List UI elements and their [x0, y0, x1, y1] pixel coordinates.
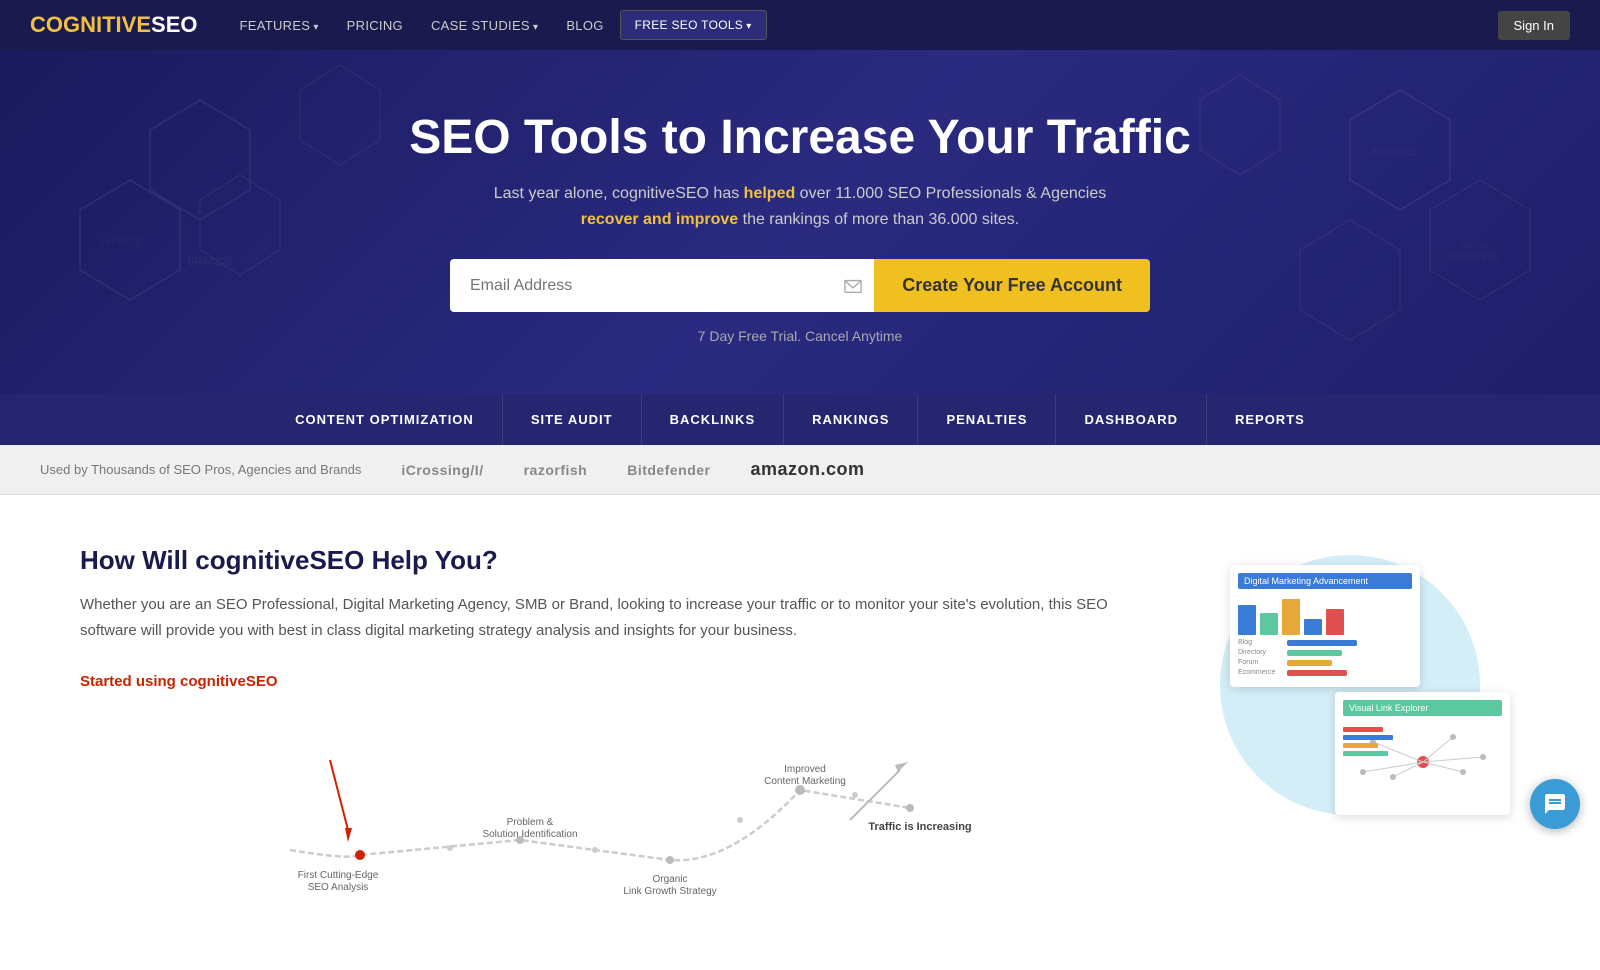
- features-bar: CONTENT OPTIMIZATION SITE AUDIT BACKLINK…: [0, 394, 1600, 445]
- sign-in-button[interactable]: Sign In: [1498, 11, 1570, 40]
- dash-row-3: Forum: [1238, 659, 1412, 666]
- dashboard-main-card: Digital Marketing Advancement Blog Direc…: [1230, 565, 1420, 687]
- bar-5: [1326, 609, 1344, 635]
- hero-title: SEO Tools to Increase Your Traffic: [20, 110, 1580, 165]
- svg-text:Solution Identification: Solution Identification: [482, 829, 577, 840]
- svg-text:First Cutting-Edge: First Cutting-Edge: [298, 870, 379, 881]
- svg-text:BRANDS: BRANDS: [187, 256, 233, 268]
- right-content: Digital Marketing Advancement Blog Direc…: [1200, 545, 1520, 845]
- nav-case-studies[interactable]: CASE STUDIES: [419, 10, 550, 41]
- svg-text:Problem &: Problem &: [507, 817, 554, 828]
- brand-seo: SEO: [151, 12, 197, 37]
- brand-cognitive: COGNITIVE: [30, 12, 151, 37]
- nav-pricing[interactable]: PRICING: [335, 10, 415, 41]
- chat-icon: [1543, 792, 1567, 816]
- section-body: Whether you are an SEO Professional, Dig…: [80, 592, 1140, 643]
- feature-reports[interactable]: REPORTS: [1207, 394, 1333, 445]
- dash-row-4: Ecommerce: [1238, 669, 1412, 676]
- email-icon: [832, 259, 874, 312]
- hero-subtitle2: recover and improve the rankings of more…: [20, 211, 1580, 229]
- hero-sub-middle: over 11.000 SEO Professionals & Agencies: [795, 185, 1106, 202]
- nav-features[interactable]: FEATURES: [227, 10, 330, 41]
- bar-1: [1238, 605, 1256, 635]
- hero-cta-group: Create Your Free Account: [450, 259, 1150, 312]
- svg-text:Improved: Improved: [784, 764, 826, 775]
- hero-subtitle: Last year alone, cognitiveSEO has helped…: [20, 185, 1580, 203]
- svg-text:MARKETERS: MARKETERS: [1449, 253, 1499, 262]
- section-heading: How Will cognitiveSEO Help You?: [80, 545, 1140, 576]
- hero-highlight1: helped: [744, 185, 796, 202]
- navbar: COGNITIVESEO FEATURES PRICING CASE STUDI…: [0, 0, 1600, 50]
- hero-sub-after: the rankings of more than 36.000 sites.: [738, 211, 1019, 228]
- link-explorer-svg: [1343, 722, 1503, 802]
- svg-text:Organic: Organic: [652, 874, 687, 885]
- nav-links: FEATURES PRICING CASE STUDIES BLOG FREE …: [227, 10, 1497, 41]
- journey-svg: First Cutting-Edge SEO Analysis Problem …: [80, 700, 1140, 900]
- hero-section: BRANDS EXPERTS AGENCIES DIGITAL MARKETER…: [0, 50, 1600, 394]
- chat-button[interactable]: [1530, 779, 1580, 829]
- free-seo-tools-button[interactable]: FREE SEO TOOLS: [620, 10, 767, 40]
- left-content: How Will cognitiveSEO Help You? Whether …: [80, 545, 1140, 920]
- feature-site-audit[interactable]: SITE AUDIT: [503, 394, 642, 445]
- feature-backlinks[interactable]: BACKLINKS: [642, 394, 785, 445]
- svg-text:EXPERTS: EXPERTS: [99, 237, 141, 247]
- nav-blog[interactable]: BLOG: [554, 10, 615, 41]
- brand-amazon: amazon.com: [751, 459, 865, 480]
- hero-highlight2: recover and improve: [581, 211, 738, 228]
- bar-4: [1304, 619, 1322, 635]
- brands-bar: Used by Thousands of SEO Pros, Agencies …: [0, 445, 1600, 495]
- dashboard-rows: Blog Directory Forum Ecommerce: [1238, 639, 1412, 676]
- dashboard-mockup-container: Digital Marketing Advancement Blog Direc…: [1200, 545, 1500, 845]
- brand-logo[interactable]: COGNITIVESEO: [30, 12, 197, 38]
- email-input[interactable]: [450, 259, 832, 312]
- feature-dashboard[interactable]: DASHBOARD: [1056, 394, 1207, 445]
- svg-text:SEO Analysis: SEO Analysis: [308, 882, 369, 893]
- link-card-title: Visual Link Explorer: [1343, 700, 1502, 716]
- trial-text: 7 Day Free Trial. Cancel Anytime: [20, 328, 1580, 344]
- svg-text:Link Growth Strategy: Link Growth Strategy: [623, 886, 716, 897]
- brands-intro-text: Used by Thousands of SEO Pros, Agencies …: [40, 462, 361, 477]
- bar-2: [1260, 613, 1278, 635]
- dash-row-1: Blog: [1238, 639, 1412, 646]
- create-account-button[interactable]: Create Your Free Account: [874, 259, 1150, 312]
- dashboard-main-title: Digital Marketing Advancement: [1238, 573, 1412, 589]
- journey-chart: First Cutting-Edge SEO Analysis Problem …: [80, 700, 1140, 920]
- svg-text:DIGITAL: DIGITAL: [1459, 241, 1490, 250]
- feature-content-optimization[interactable]: CONTENT OPTIMIZATION: [267, 394, 503, 445]
- feature-penalties[interactable]: PENALTIES: [918, 394, 1056, 445]
- svg-text:Traffic is Increasing: Traffic is Increasing: [868, 821, 971, 833]
- dashboard-bars: [1238, 595, 1412, 635]
- brand-razorfish: razorfish: [524, 462, 588, 478]
- bar-3: [1282, 599, 1300, 635]
- dash-row-2: Directory: [1238, 649, 1412, 656]
- brand-bitdefender: Bitdefender: [627, 462, 710, 478]
- hero-sub-before: Last year alone, cognitiveSEO has: [494, 185, 744, 202]
- dashboard-link-card: Visual Link Explorer: [1335, 692, 1510, 815]
- brand-icrossing: iCrossing/I/: [401, 462, 483, 478]
- feature-rankings[interactable]: RANKINGS: [784, 394, 918, 445]
- started-label: Started using cognitiveSEO: [80, 673, 1140, 690]
- svg-text:Content Marketing: Content Marketing: [764, 776, 846, 787]
- main-content: How Will cognitiveSEO Help You? Whether …: [0, 495, 1600, 970]
